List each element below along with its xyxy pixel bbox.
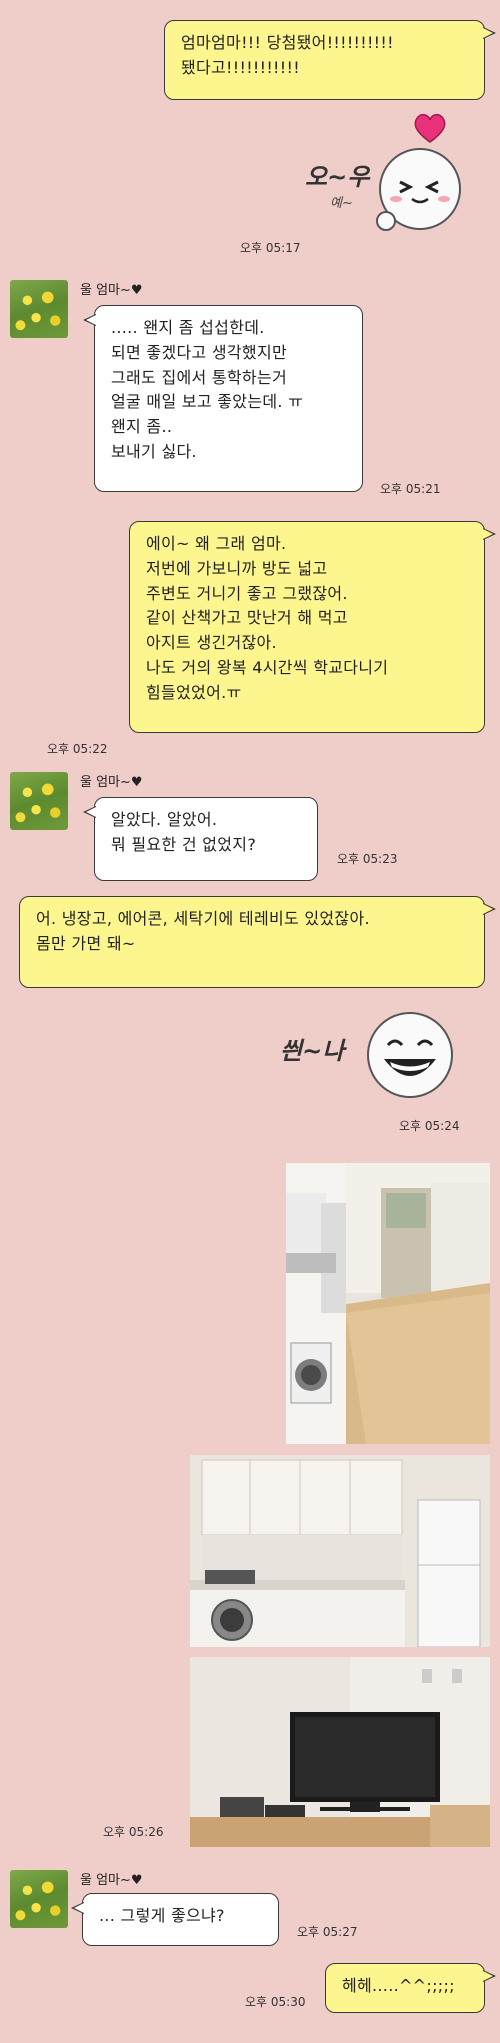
message-bubble-outgoing[interactable]: 어. 냉장고, 에어콘, 세탁기에 테레비도 있었잖아. 몸만 가면 돼~ (19, 896, 496, 988)
sticker-shinna[interactable]: 씐~나 (275, 1003, 465, 1113)
sender-name: 울 엄마~♥ (80, 775, 143, 790)
avatar[interactable] (10, 1870, 68, 1928)
message-bubble-outgoing[interactable]: 헤헤.....^^;;;;; (325, 1963, 496, 2013)
message-bubble-incoming[interactable]: ..... 왠지 좀 섭섭한데. 되면 좋겠다고 생각했지만 그래도 집에서 통… (83, 305, 363, 492)
avatar[interactable] (10, 280, 68, 338)
sticker-text: 오~우 (305, 163, 370, 191)
sender-name: 울 엄마~♥ (80, 1873, 143, 1888)
timestamp: 오후 05:22 (47, 742, 108, 756)
timestamp: 오후 05:30 (245, 1995, 306, 2009)
smiley-face-icon (376, 148, 461, 231)
timestamp: 오후 05:27 (297, 1925, 358, 1939)
tv-photo[interactable] (190, 1657, 490, 1847)
sticker-ou[interactable]: 오~우 예~ (300, 112, 461, 252)
message-bubble-incoming[interactable]: ... 그렇게 좋으냐? (71, 1893, 279, 1946)
message-bubble-incoming[interactable]: 알았다. 알았어. 뭐 필요한 건 없었지? (83, 797, 318, 881)
sender-name: 울 엄마~♥ (80, 283, 143, 298)
room-photo[interactable] (286, 1163, 490, 1444)
sticker-subtext: 예~ (330, 196, 353, 211)
message-bubble-outgoing[interactable]: 엄마엄마!!! 당첨됐어!!!!!!!!!! 됐다고!!!!!!!!!!! (164, 20, 496, 100)
timestamp: 오후 05:26 (103, 1825, 164, 1839)
grin-face-icon (367, 1012, 453, 1098)
message-bubble-outgoing[interactable]: 에이~ 왜 그래 엄마. 저번에 가보니까 방도 넓고 주변도 거니기 좋고 그… (129, 521, 496, 733)
timestamp: 오후 05:24 (399, 1119, 460, 1133)
timestamp: 오후 05:21 (380, 482, 441, 496)
kitchen-photo[interactable] (190, 1455, 490, 1647)
timestamp: 오후 05:17 (240, 241, 301, 255)
avatar[interactable] (10, 772, 68, 830)
sticker-text: 씐~나 (280, 1037, 345, 1065)
timestamp: 오후 05:23 (337, 852, 398, 866)
